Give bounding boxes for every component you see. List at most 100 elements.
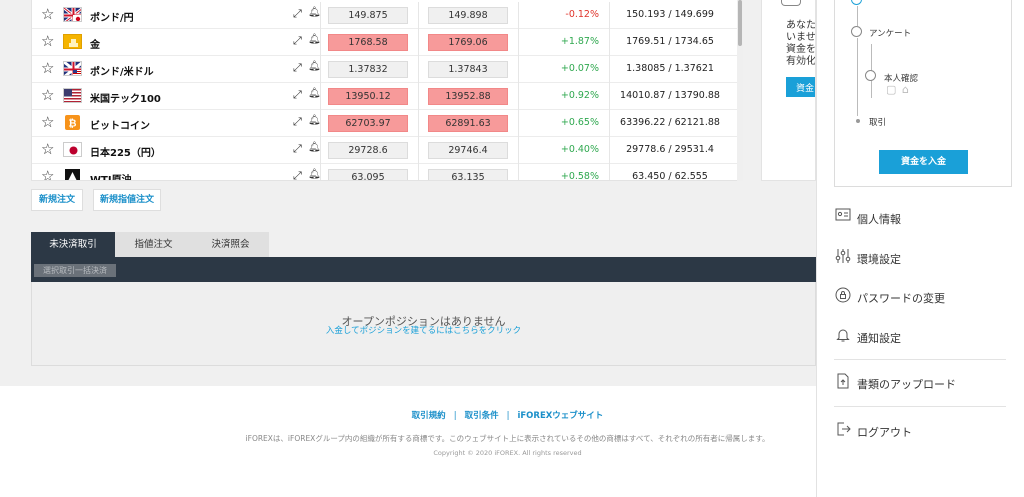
divider <box>609 164 610 180</box>
divider <box>320 2 321 29</box>
chart-link-icon[interactable]: ⤢ <box>293 61 302 75</box>
divider <box>320 29 321 56</box>
tab-open-trades[interactable]: 未決済取引 <box>31 232 115 257</box>
instrument-name: 金 <box>90 40 100 51</box>
bell-icon[interactable]: 🔔︎ <box>308 169 321 180</box>
chart-link-icon[interactable]: ⤢ <box>293 34 302 48</box>
menu-label: 環境設定 <box>857 253 901 266</box>
divider <box>418 2 419 29</box>
divider <box>609 137 610 164</box>
home-icon: ⌂ <box>902 83 909 96</box>
rate-row[interactable]: ☆ 米国テック100 ⤢ 🔔︎ 13950.12 13952.88 +0.92%… <box>32 83 740 110</box>
divider <box>320 164 321 180</box>
divider <box>518 137 519 164</box>
jp-flag-icon <box>63 142 82 157</box>
star-icon[interactable]: ☆ <box>41 86 54 104</box>
rate-row[interactable]: ☆ ₿ ビットコイン ⤢ 🔔︎ 62703.97 62891.63 +0.65%… <box>32 110 740 137</box>
high-low: 29778.6 / 29531.4 <box>626 144 714 155</box>
us-flag-icon <box>63 88 82 103</box>
gbp-jpy-flag-icon <box>63 7 82 22</box>
rates-scrollbar-thumb[interactable] <box>738 0 742 46</box>
close-selected-button[interactable]: 選択取引一括決済 <box>34 264 116 277</box>
svg-text:₿: ₿ <box>68 118 76 130</box>
divider <box>320 83 321 110</box>
rate-row[interactable]: ☆ 金 ⤢ 🔔︎ 1768.58 1769.06 +1.87% 1769.51 … <box>32 29 740 56</box>
conditions-link[interactable]: 取引条件 <box>457 411 507 421</box>
new-limit-order-button[interactable]: 新規指値注文 <box>93 189 161 211</box>
buy-price[interactable]: 1.37843 <box>428 61 508 78</box>
website-link[interactable]: iFOREXウェブサイト <box>509 411 611 421</box>
sell-price[interactable]: 1768.58 <box>328 34 408 51</box>
star-icon[interactable]: ☆ <box>41 5 54 23</box>
change-percent: +0.92% <box>560 90 599 101</box>
new-order-button[interactable]: 新規注文 <box>31 189 83 211</box>
sell-price[interactable]: 13950.12 <box>328 88 408 105</box>
terms-link[interactable]: 取引規約 <box>404 411 454 421</box>
divider <box>518 29 519 56</box>
deposit-button[interactable]: 資金を入金 <box>879 150 968 174</box>
star-icon[interactable]: ☆ <box>41 59 54 77</box>
buy-price[interactable]: 13952.88 <box>428 88 508 105</box>
deposit-mini-button[interactable]: 資金を <box>786 77 815 97</box>
buy-price[interactable]: 149.898 <box>428 7 508 24</box>
buy-price[interactable]: 62891.63 <box>428 115 508 132</box>
divider <box>609 2 610 29</box>
chart-link-icon[interactable]: ⤢ <box>293 7 302 21</box>
rate-row[interactable]: ☆ ポンド/米ドル ⤢ 🔔︎ 1.37832 1.37843 +0.07% 1.… <box>32 56 740 83</box>
divider <box>418 164 419 180</box>
star-icon[interactable]: ☆ <box>41 113 54 131</box>
chart-link-icon[interactable]: ⤢ <box>293 88 302 102</box>
buy-price[interactable]: 63.135 <box>428 169 508 180</box>
tab-limit-orders[interactable]: 指値注文 <box>115 232 192 257</box>
tab-history[interactable]: 決済照会 <box>192 232 269 257</box>
activation-text: 資金を <box>786 44 816 55</box>
sell-price[interactable]: 63.095 <box>328 169 408 180</box>
rate-row[interactable]: ☆ 日本225（円） ⤢ 🔔︎ 29728.6 29746.4 +0.40% 2… <box>32 137 740 164</box>
activation-card: あなたの いませ 資金を 有効化 資金を <box>761 0 816 181</box>
change-percent: +0.40% <box>560 144 599 155</box>
divider <box>320 137 321 164</box>
change-percent: -0.12% <box>565 9 599 20</box>
chart-link-icon[interactable]: ⤢ <box>293 115 302 129</box>
divider <box>418 110 419 137</box>
activation-text: いませ <box>786 32 816 43</box>
star-icon[interactable]: ☆ <box>41 140 54 158</box>
divider <box>320 56 321 83</box>
id-card-icon: ▢ <box>886 83 897 96</box>
change-percent: +0.07% <box>560 63 599 74</box>
star-icon[interactable]: ☆ <box>41 32 54 50</box>
step-circle <box>865 70 876 81</box>
instrument-name: WTI原油 <box>90 175 132 181</box>
sliders-icon <box>834 248 852 268</box>
buy-price[interactable]: 29746.4 <box>428 142 508 159</box>
sell-price[interactable]: 62703.97 <box>328 115 408 132</box>
sell-price[interactable]: 149.875 <box>328 7 408 24</box>
high-low: 150.193 / 149.699 <box>626 9 714 20</box>
buy-price[interactable]: 1769.06 <box>428 34 508 51</box>
bell-icon[interactable]: 🔔︎ <box>308 7 321 18</box>
instrument-name: ビットコイン <box>90 121 150 132</box>
sell-price[interactable]: 29728.6 <box>328 142 408 159</box>
bell-icon[interactable]: 🔔︎ <box>308 142 321 153</box>
logout-icon <box>834 421 852 441</box>
menu-label: ログアウト <box>857 426 912 439</box>
menu-label: 通知設定 <box>857 332 901 345</box>
bell-icon <box>834 327 852 347</box>
chart-link-icon[interactable]: ⤢ <box>293 142 302 156</box>
divider <box>609 29 610 56</box>
bell-icon[interactable]: 🔔︎ <box>308 61 321 72</box>
star-icon[interactable]: ☆ <box>41 167 54 180</box>
deposit-link[interactable]: 入金してポジションを建てるにはこちらをクリック <box>31 324 816 336</box>
rate-row[interactable]: ☆ WTI原油 ⤢ 🔔︎ 63.095 63.135 +0.58% 63.450… <box>32 164 740 181</box>
high-low: 63396.22 / 62121.88 <box>620 117 720 128</box>
bell-icon[interactable]: 🔔︎ <box>308 115 321 126</box>
chart-link-icon[interactable]: ⤢ <box>293 169 302 180</box>
bell-icon[interactable]: 🔔︎ <box>308 88 321 99</box>
rate-row[interactable]: ☆ ポンド/円 ⤢ 🔔︎ 149.875 149.898 -0.12% 150.… <box>32 2 740 29</box>
rates-table: ☆ ポンド/円 ⤢ 🔔︎ 149.875 149.898 -0.12% 150.… <box>31 0 743 181</box>
sell-price[interactable]: 1.37832 <box>328 61 408 78</box>
menu-divider <box>834 406 1006 407</box>
menu-label: パスワードの変更 <box>857 292 945 305</box>
divider <box>518 56 519 83</box>
bell-icon[interactable]: 🔔︎ <box>308 34 321 45</box>
